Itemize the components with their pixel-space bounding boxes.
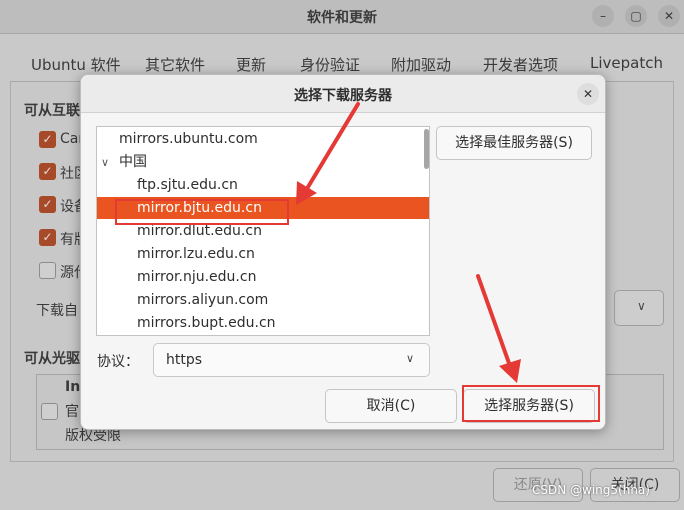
checkbox-restricted[interactable]: ✓ bbox=[39, 229, 56, 246]
tab-other-software[interactable]: 其它软件 bbox=[145, 54, 205, 75]
protocol-label: 协议： bbox=[97, 354, 139, 370]
server-label: mirror.nju.edu.cn bbox=[137, 269, 257, 285]
chevron-down-icon: ∨ bbox=[637, 299, 646, 313]
install-media-line1: 官 bbox=[65, 404, 79, 420]
tab-authentication[interactable]: 身份验证 bbox=[300, 54, 360, 75]
choose-server-dialog: 选择下载服务器 ✕ mirrors.ubuntu.com ∨ 中国 ftp.sjtu.… bbox=[80, 74, 606, 430]
chevron-down-icon: ∨ bbox=[406, 352, 415, 365]
server-label: mirrors.aliyun.com bbox=[137, 292, 269, 308]
server-list-item[interactable]: ∨ 中国 bbox=[97, 151, 429, 173]
server-list-item[interactable]: mirror.lzu.edu.cn bbox=[97, 243, 429, 265]
annotation-highlight-choose-button bbox=[462, 385, 600, 422]
server-list-item[interactable]: mirrors.aliyun.com bbox=[97, 289, 429, 311]
section-internet-label: 可从互联 bbox=[24, 103, 80, 119]
server-list[interactable]: mirrors.ubuntu.com ∨ 中国 ftp.sjtu.edu.cn mirr… bbox=[96, 126, 430, 336]
download-server-select[interactable]: ∨ bbox=[614, 290, 664, 326]
cancel-button[interactable]: 取消(C) bbox=[325, 389, 457, 423]
dialog-header: 选择下载服务器 ✕ bbox=[81, 75, 605, 113]
minimize-icon[interactable]: – bbox=[592, 5, 614, 27]
checkbox-drivers[interactable]: ✓ bbox=[39, 196, 56, 213]
server-label: mirror.lzu.edu.cn bbox=[137, 246, 255, 262]
expander-chevron-icon[interactable]: ∨ bbox=[101, 152, 119, 174]
window-close-icon[interactable]: ✕ bbox=[658, 5, 680, 27]
server-list-item[interactable]: mirrors.ubuntu.com bbox=[97, 128, 429, 150]
tab-ubuntu-software[interactable]: Ubuntu 软件 bbox=[23, 54, 129, 86]
dialog-title: 选择下载服务器 bbox=[294, 88, 392, 104]
protocol-value: https bbox=[166, 352, 203, 368]
server-label: ftp.sjtu.edu.cn bbox=[137, 177, 238, 193]
server-label: mirrors.bupt.edu.cn bbox=[137, 315, 276, 331]
window-title: 软件和更新 bbox=[307, 10, 377, 26]
checkbox-install-media[interactable] bbox=[41, 403, 58, 420]
server-label: mirrors.ubuntu.com bbox=[119, 131, 258, 147]
window-titlebar: 软件和更新 – ▢ ✕ bbox=[0, 0, 684, 34]
select-best-server-button[interactable]: 选择最佳服务器(S) bbox=[436, 126, 592, 160]
server-list-item[interactable]: ftp.sjtu.edu.cn bbox=[97, 174, 429, 196]
server-list-item[interactable]: mirror.nju.edu.cn bbox=[97, 266, 429, 288]
annotation-highlight-selected-server bbox=[115, 199, 289, 225]
close-icon[interactable]: ✕ bbox=[577, 83, 599, 105]
tab-developer-options[interactable]: 开发者选项 bbox=[483, 54, 558, 75]
checkbox-canonical[interactable]: ✓ bbox=[39, 131, 56, 148]
list-scrollbar[interactable] bbox=[424, 129, 429, 169]
watermark: CSDN @wing5(hha) bbox=[532, 483, 650, 497]
server-label: 中国 bbox=[119, 154, 147, 170]
protocol-select[interactable]: https ∨ bbox=[153, 343, 430, 377]
download-from-label: 下载自 bbox=[36, 303, 78, 319]
checkbox-source-code[interactable] bbox=[39, 262, 56, 279]
server-label: mirror.dlut.edu.cn bbox=[137, 223, 262, 239]
server-list-item[interactable]: mirrors.bupt.edu.cn bbox=[97, 312, 429, 334]
maximize-icon[interactable]: ▢ bbox=[625, 5, 647, 27]
section-cdrom-label: 可从光驱 bbox=[24, 351, 80, 367]
tab-updates[interactable]: 更新 bbox=[236, 54, 266, 75]
tab-additional-drivers[interactable]: 附加驱动 bbox=[391, 54, 451, 75]
tab-livepatch[interactable]: Livepatch bbox=[590, 54, 663, 72]
checkbox-community[interactable]: ✓ bbox=[39, 163, 56, 180]
